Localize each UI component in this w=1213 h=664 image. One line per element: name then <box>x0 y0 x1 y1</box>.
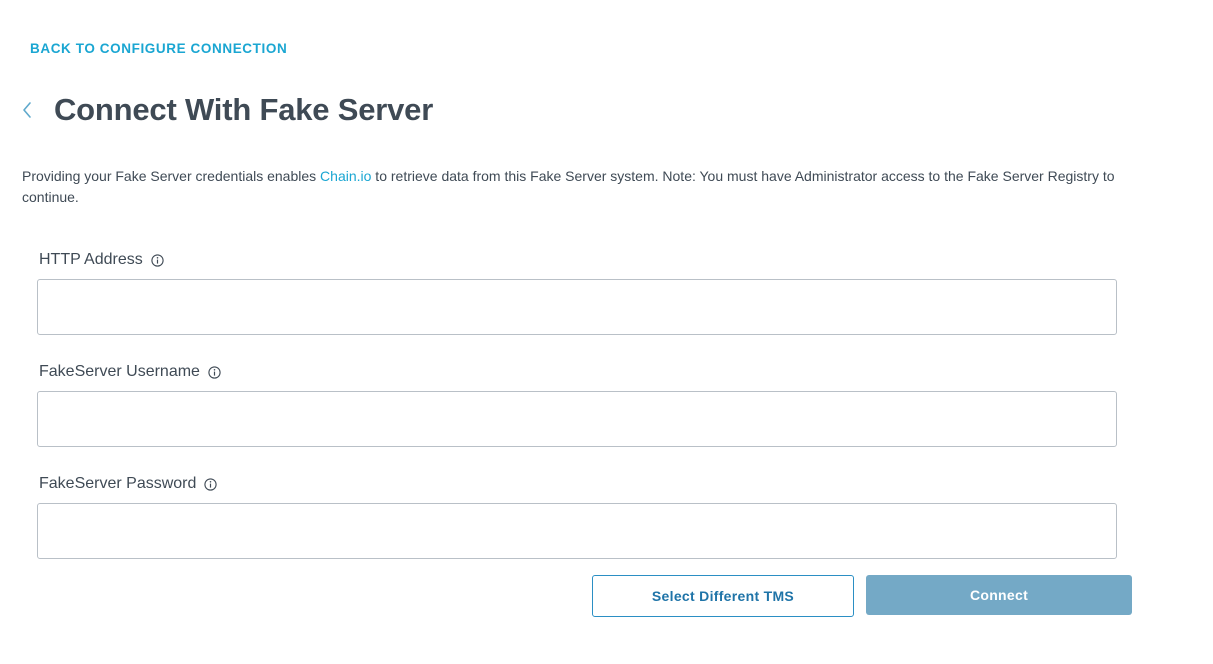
back-to-configure-link[interactable]: BACK TO CONFIGURE CONNECTION <box>30 41 287 56</box>
http-address-input[interactable] <box>37 279 1117 335</box>
info-icon[interactable] <box>151 253 164 267</box>
chevron-left-icon[interactable] <box>20 100 34 120</box>
password-input[interactable] <box>37 503 1117 559</box>
username-label: FakeServer Username <box>39 363 200 380</box>
title-row: Connect With Fake Server <box>20 92 433 128</box>
info-icon[interactable] <box>208 365 221 379</box>
chain-io-link[interactable]: Chain.io <box>320 168 371 184</box>
username-input[interactable] <box>37 391 1117 447</box>
password-label: FakeServer Password <box>39 475 197 492</box>
http-address-label: HTTP Address <box>39 251 143 268</box>
connect-button[interactable]: Connect <box>866 575 1132 615</box>
description-before-link: Providing your Fake Server credentials e… <box>22 168 321 184</box>
page-title: Connect With Fake Server <box>54 92 434 127</box>
password-label-row: FakeServer Password <box>39 475 218 493</box>
description-text: Providing your Fake Server credentials e… <box>22 166 1162 208</box>
username-label-row: FakeServer Username <box>39 363 221 381</box>
http-address-label-row: HTTP Address <box>39 251 164 269</box>
connect-page: BACK TO CONFIGURE CONNECTION Connect Wit… <box>0 0 1213 664</box>
info-icon[interactable] <box>204 477 218 491</box>
select-different-tms-button[interactable]: Select Different TMS <box>592 575 854 617</box>
